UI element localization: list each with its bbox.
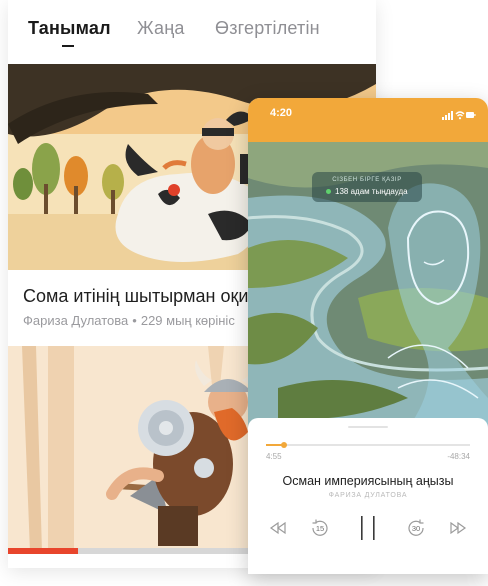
signal-icon bbox=[442, 111, 453, 120]
track-title: Осман империясының аңызы bbox=[282, 474, 454, 488]
tab-popular[interactable]: Танымал bbox=[28, 18, 111, 39]
elapsed-time: 4:55 bbox=[266, 452, 282, 461]
status-time: 4:20 bbox=[270, 107, 293, 119]
live-count-text: 138 адам тыңдауда bbox=[335, 187, 408, 196]
rewind-seconds: 15 bbox=[316, 524, 324, 533]
pause-icon[interactable] bbox=[356, 514, 380, 547]
status-bar: 4:20 bbox=[248, 98, 488, 128]
player-sheet: 4:55 -48:34 Осман империясының аңызы ФАР… bbox=[248, 418, 488, 574]
forward-30-icon[interactable]: 30 bbox=[404, 516, 428, 545]
next-icon[interactable] bbox=[448, 518, 468, 543]
story-author[interactable]: Фариза Дулатова bbox=[23, 313, 128, 328]
story-meta: Фариза Дулатова • 229 мың көрініс bbox=[23, 313, 235, 328]
active-tab-indicator bbox=[62, 45, 74, 47]
sheet-handle[interactable] bbox=[348, 426, 388, 428]
story-views: 229 мың көрініс bbox=[140, 313, 235, 328]
forward-seconds: 30 bbox=[412, 524, 420, 533]
seek-handle[interactable] bbox=[281, 442, 288, 448]
status-icons bbox=[442, 107, 476, 125]
battery-icon bbox=[466, 112, 476, 118]
tab-new[interactable]: Жаңа bbox=[137, 18, 185, 39]
live-label: СІЗБЕН БІРГЕ ҚАЗІР bbox=[332, 177, 402, 183]
rewind-15-icon[interactable]: 15 bbox=[308, 516, 332, 545]
live-listeners-badge: СІЗБЕН БІРГЕ ҚАЗІР 138 адам тыңдауда bbox=[312, 172, 422, 202]
live-count: 138 адам тыңдауда bbox=[326, 187, 408, 196]
audio-player-screen: 4:20 СІЗБЕН БІРГЕ ҚАЗІР 138 адам тыңдауд… bbox=[248, 98, 488, 574]
seek-bar[interactable] bbox=[266, 442, 470, 448]
track-author[interactable]: ФАРИЗА ДУЛАТОВА bbox=[248, 492, 488, 499]
wifi-icon bbox=[455, 111, 465, 120]
tab-editable[interactable]: Өзгертілетін bbox=[215, 18, 320, 39]
live-dot-icon bbox=[326, 189, 331, 195]
remaining-time: -48:34 bbox=[447, 452, 470, 461]
previous-icon[interactable] bbox=[268, 518, 288, 543]
cover-art: СІЗБЕН БІРГЕ ҚАЗІР 138 адам тыңдауда bbox=[248, 128, 488, 428]
story-progress-fill bbox=[8, 548, 78, 554]
tab-bar: Танымал Жаңа Өзгертілетін bbox=[8, 0, 376, 62]
meta-separator: • bbox=[132, 313, 137, 328]
